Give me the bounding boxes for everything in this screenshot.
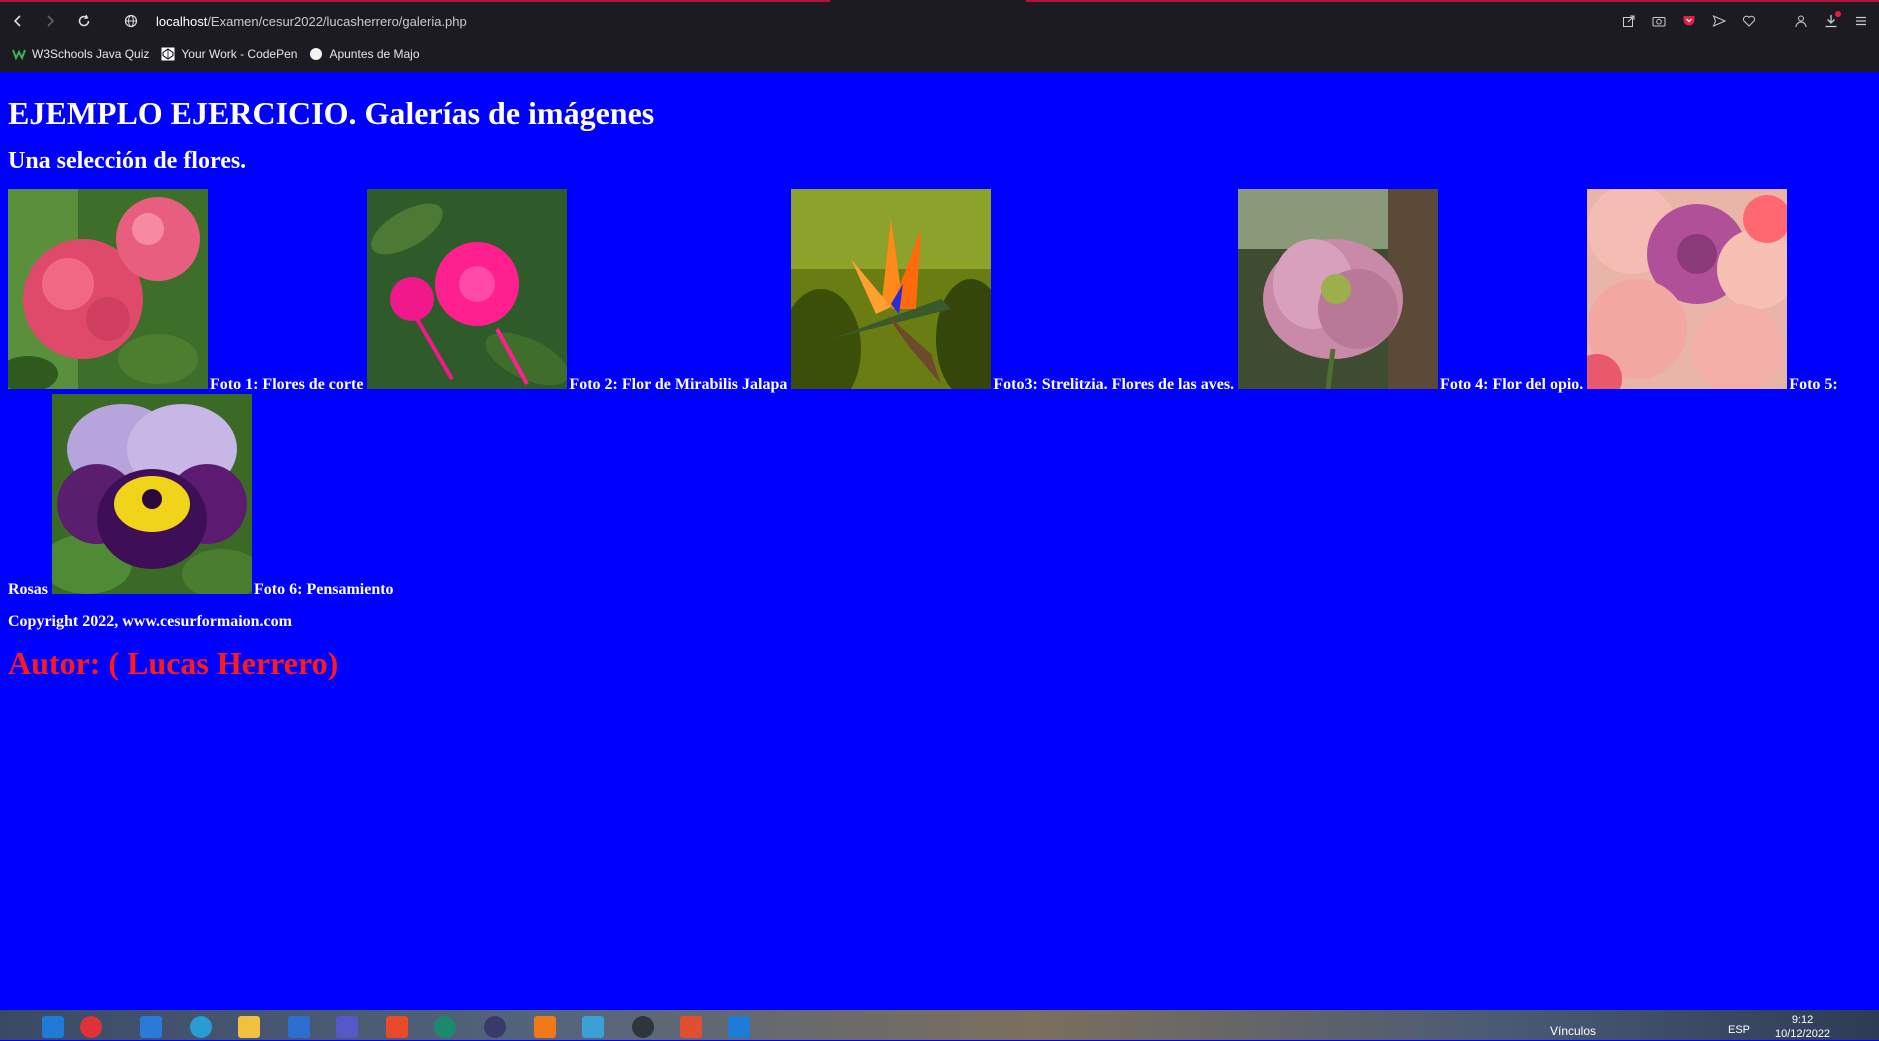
globe-icon <box>124 14 138 28</box>
mail-app-icon[interactable] <box>140 1016 162 1038</box>
tab-indicator <box>1026 0 1879 2</box>
address-bar[interactable]: localhost/Examen/cesur2022/lucasherrero/… <box>120 6 1620 36</box>
forward-arrow-icon <box>47 15 55 27</box>
profile-button[interactable] <box>1791 11 1811 31</box>
upwork-app-icon[interactable] <box>434 1016 456 1038</box>
user-icon <box>1795 15 1807 28</box>
w3schools-icon <box>12 49 26 61</box>
forward-button[interactable] <box>38 9 62 33</box>
photo-caption: Foto 2: Flor de Mirabilis Jalapa <box>569 376 788 393</box>
browser-chrome: localhost/Examen/cesur2022/lucasherrero/… <box>0 0 1879 72</box>
xampp-app-icon[interactable] <box>534 1016 556 1038</box>
send-icon <box>1712 15 1726 27</box>
photo-caption: Foto 5: Rosas <box>8 376 1838 598</box>
copyright-text: Copyright 2022, www.cesurformaion.com <box>8 613 292 630</box>
clock-date: 10/12/2022 <box>1775 1028 1831 1040</box>
teams-app-icon[interactable] <box>336 1016 358 1038</box>
bookmark-label: Apuntes de Majo <box>329 47 420 61</box>
photo-hydrangea <box>8 189 208 389</box>
opera-browser-icon[interactable] <box>80 1016 102 1038</box>
tray-clock[interactable]: 9:12 10/12/2022 <box>1775 1013 1830 1041</box>
url-host: localhost <box>156 13 208 29</box>
photo-caption: Foto3: Strelitzia. Flores de las aves. <box>993 376 1235 393</box>
url-path: /Examen/cesur2022/lucasherrero/galeria.p… <box>207 13 467 29</box>
heart-icon <box>1742 15 1756 27</box>
back-button[interactable] <box>6 9 30 33</box>
reload-icon <box>78 14 90 27</box>
send-button[interactable] <box>1709 11 1729 31</box>
remote-desktop-icon[interactable] <box>582 1016 604 1038</box>
bookmark-apuntes[interactable]: Apuntes de Majo <box>309 47 420 61</box>
photo-caption: Foto 1: Flores de corte <box>210 376 364 393</box>
hamburger-menu-icon <box>1856 16 1866 26</box>
back-arrow-icon <box>13 15 21 27</box>
toolbar-separator <box>1769 11 1781 31</box>
tray-language[interactable]: ESP <box>1728 1024 1750 1036</box>
office-app-icon[interactable] <box>386 1016 408 1038</box>
reload-button[interactable] <box>72 9 96 33</box>
eclipse-app-icon[interactable] <box>484 1016 506 1038</box>
share-icon <box>1623 15 1635 27</box>
downloads-button[interactable] <box>1821 11 1841 31</box>
pocket-shield-icon <box>1683 16 1695 26</box>
photo-opium-poppy <box>1238 189 1439 389</box>
bookmark-label: Your Work - CodePen <box>181 47 298 61</box>
image-gallery: Foto 1: Flores de corte Foto 2: Flor de … <box>8 189 1870 599</box>
bookmark-label: W3Schools Java Quiz <box>32 47 150 61</box>
bookmarks-bar: W3Schools Java Quiz Your Work - CodePen … <box>12 44 420 64</box>
share-button[interactable] <box>1619 11 1639 31</box>
file-explorer-icon[interactable] <box>238 1016 260 1038</box>
settings-gear-icon[interactable] <box>632 1016 654 1038</box>
tray-vinculos-label[interactable]: Vínculos <box>1550 1024 1596 1038</box>
page-content: EJEMPLO EJERCICIO. Galerías de imágenes … <box>8 72 1871 682</box>
camera-icon <box>1652 17 1666 27</box>
codepen-icon <box>161 47 175 61</box>
photo-caption: Foto 6: Pensamiento <box>254 581 394 598</box>
photo-strelitzia <box>791 189 992 389</box>
photo-pansy <box>52 394 253 594</box>
author-heading: Autor: ( Lucas Herrero) <box>8 645 339 681</box>
toolbar-actions <box>1619 10 1871 32</box>
photo-mirabilis <box>367 189 568 389</box>
bookmark-codepen[interactable]: Your Work - CodePen <box>161 47 297 61</box>
notification-dot <box>1835 11 1841 17</box>
store-app-icon[interactable] <box>288 1016 310 1038</box>
edge-browser-icon[interactable] <box>190 1016 212 1038</box>
favorites-button[interactable] <box>1739 11 1759 31</box>
page-subtitle: Una selección de flores. <box>8 148 247 174</box>
pocket-button[interactable] <box>1679 11 1699 31</box>
vscode-app-icon[interactable] <box>728 1016 750 1038</box>
circle-icon <box>310 48 323 60</box>
snapshot-button[interactable] <box>1649 11 1669 31</box>
photo-caption: Foto 4: Flor del opio. <box>1440 376 1584 393</box>
git-app-icon[interactable] <box>680 1016 702 1038</box>
photo-roses <box>1587 189 1788 389</box>
tab-indicator <box>0 0 830 2</box>
bookmark-w3schools[interactable]: W3Schools Java Quiz <box>12 47 149 61</box>
page-title: EJEMPLO EJERCICIO. Galerías de imágenes <box>8 95 655 131</box>
menu-button[interactable] <box>1851 11 1871 31</box>
clock-time: 9:12 <box>1791 1014 1814 1026</box>
calendar-app-icon[interactable] <box>42 1016 64 1038</box>
windows-taskbar: Vínculos ESP 9:12 10/12/2022 <box>0 1010 1879 1040</box>
